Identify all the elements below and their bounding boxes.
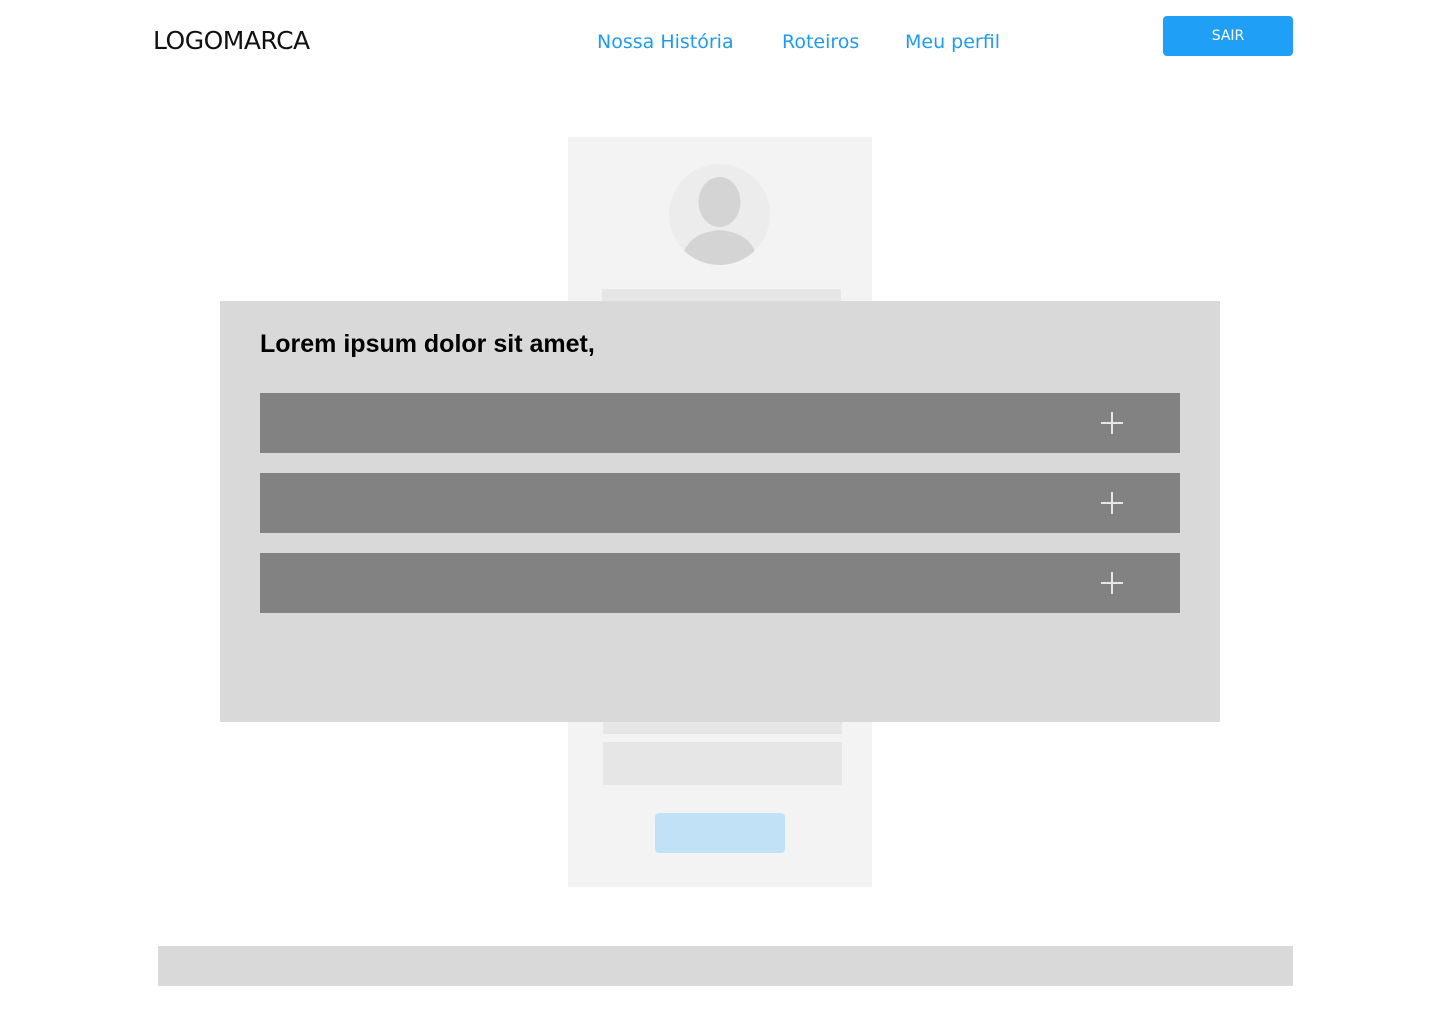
nav-link-roteiros[interactable]: Roteiros [782,31,859,53]
profile-field[interactable] [603,742,842,785]
nav-link-meu-perfil[interactable]: Meu perfil [905,31,1000,53]
avatar-placeholder [669,164,770,265]
plus-icon[interactable] [1101,492,1123,514]
modal-title: Lorem ipsum dolor sit amet, [260,330,595,358]
accordion-row[interactable] [260,553,1180,613]
profile-submit-button[interactable] [655,813,785,853]
nav-link-nossa-historia[interactable]: Nossa História [597,31,734,53]
plus-icon[interactable] [1101,412,1123,434]
accordion-row[interactable] [260,393,1180,453]
modal-dialog: Lorem ipsum dolor sit amet, [220,301,1220,722]
plus-icon[interactable] [1101,572,1123,594]
logo[interactable]: LOGOMARCA [153,26,310,55]
page: LOGOMARCA Nossa História Roteiros Meu pe… [0,0,1440,1024]
accordion-row[interactable] [260,473,1180,533]
user-silhouette-icon [681,177,758,265]
footer [158,946,1293,986]
logout-button[interactable]: SAIR [1163,16,1293,56]
